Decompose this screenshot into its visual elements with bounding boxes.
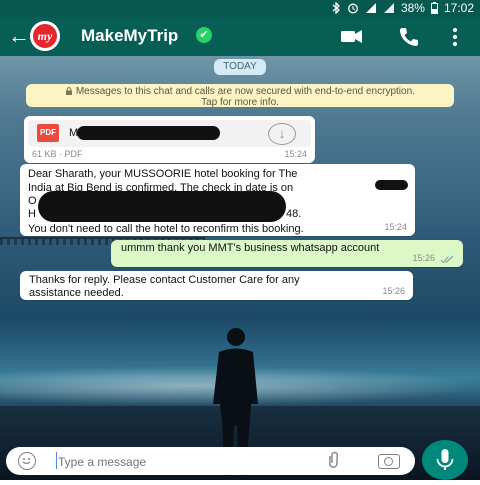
chat-area[interactable]: TODAY Messages to this chat and calls ar… <box>0 56 480 480</box>
chat-header: ← my MakeMyTrip ✔ <box>0 17 480 56</box>
emoji-icon[interactable] <box>18 452 36 470</box>
message-text-line: Thanks for reply. Please contact Custome… <box>29 274 300 286</box>
camera-icon[interactable] <box>378 454 400 469</box>
message-composer[interactable] <box>6 447 415 475</box>
paperclip-icon <box>329 451 339 469</box>
outgoing-message[interactable]: ummm thank you MMT's business whatsapp a… <box>111 240 463 267</box>
document-meta: 61 KB · PDF <box>32 149 83 159</box>
phone-call-icon[interactable] <box>397 26 419 48</box>
download-icon[interactable]: ↓ <box>268 123 296 145</box>
contact-name[interactable]: MakeMyTrip <box>81 26 178 46</box>
message-time: 15:26 <box>382 286 405 296</box>
message-text-line: H <box>28 208 36 220</box>
message-time: 15:24 <box>284 149 307 159</box>
pdf-file-icon: PDF <box>37 124 59 142</box>
verified-badge-icon: ✔ <box>196 27 212 43</box>
makemytrip-logo-icon: my <box>30 21 60 51</box>
redacted-file-name <box>77 126 220 140</box>
message-text-line: assistance needed. <box>29 287 124 299</box>
message-time: 15:24 <box>384 222 407 232</box>
incoming-message[interactable]: Thanks for reply. Please contact Custome… <box>20 271 413 300</box>
encryption-notice-line2: Tap for more info. <box>201 97 279 108</box>
date-separator: TODAY <box>214 59 266 75</box>
video-call-icon[interactable] <box>340 26 364 46</box>
message-text-line: O <box>28 195 37 207</box>
back-arrow-icon[interactable]: ← <box>8 23 30 49</box>
message-time: 15:26 <box>412 253 435 263</box>
microphone-icon <box>436 449 454 470</box>
redacted-checkin-date <box>375 180 408 190</box>
wifi-signal-icon <box>365 3 376 13</box>
cellular-signal-icon <box>383 3 394 13</box>
attachment-icon[interactable] <box>323 448 349 474</box>
smiley-face-icon <box>22 458 31 465</box>
message-input[interactable] <box>56 451 320 473</box>
contact-avatar[interactable]: my <box>30 21 60 51</box>
document-preview[interactable]: PDF M ↓ <box>28 120 311 147</box>
double-tick-icon <box>440 255 454 264</box>
more-options-icon[interactable] <box>452 26 458 48</box>
bluetooth-icon <box>332 2 340 14</box>
message-text: ummm thank you MMT's business whatsapp a… <box>121 242 380 254</box>
message-text-line: 48. <box>286 208 302 220</box>
svg-text:my: my <box>38 29 53 43</box>
message-text-line: You don't need to call the hotel to reco… <box>28 223 304 235</box>
alarm-clock-icon <box>347 3 358 14</box>
lock-icon <box>66 87 73 95</box>
message-text-line: Dear Sharath, your MUSSOORIE hotel booki… <box>28 168 298 180</box>
battery-percentage: 38% <box>400 1 425 15</box>
incoming-message[interactable]: Dear Sharath, your MUSSOORIE hotel booki… <box>20 164 415 236</box>
encryption-notice[interactable]: Messages to this chat and calls are now … <box>26 84 454 108</box>
encryption-notice-line1: Messages to this chat and calls are now … <box>75 86 415 97</box>
redacted-booking-details <box>38 191 286 222</box>
document-message[interactable]: PDF M ↓ 61 KB · PDF 15:24 <box>24 116 315 163</box>
status-bar: 38% 17:02 <box>0 0 480 17</box>
clock-time: 17:02 <box>443 1 474 15</box>
voice-message-button[interactable] <box>422 440 468 480</box>
battery-icon <box>430 2 438 14</box>
